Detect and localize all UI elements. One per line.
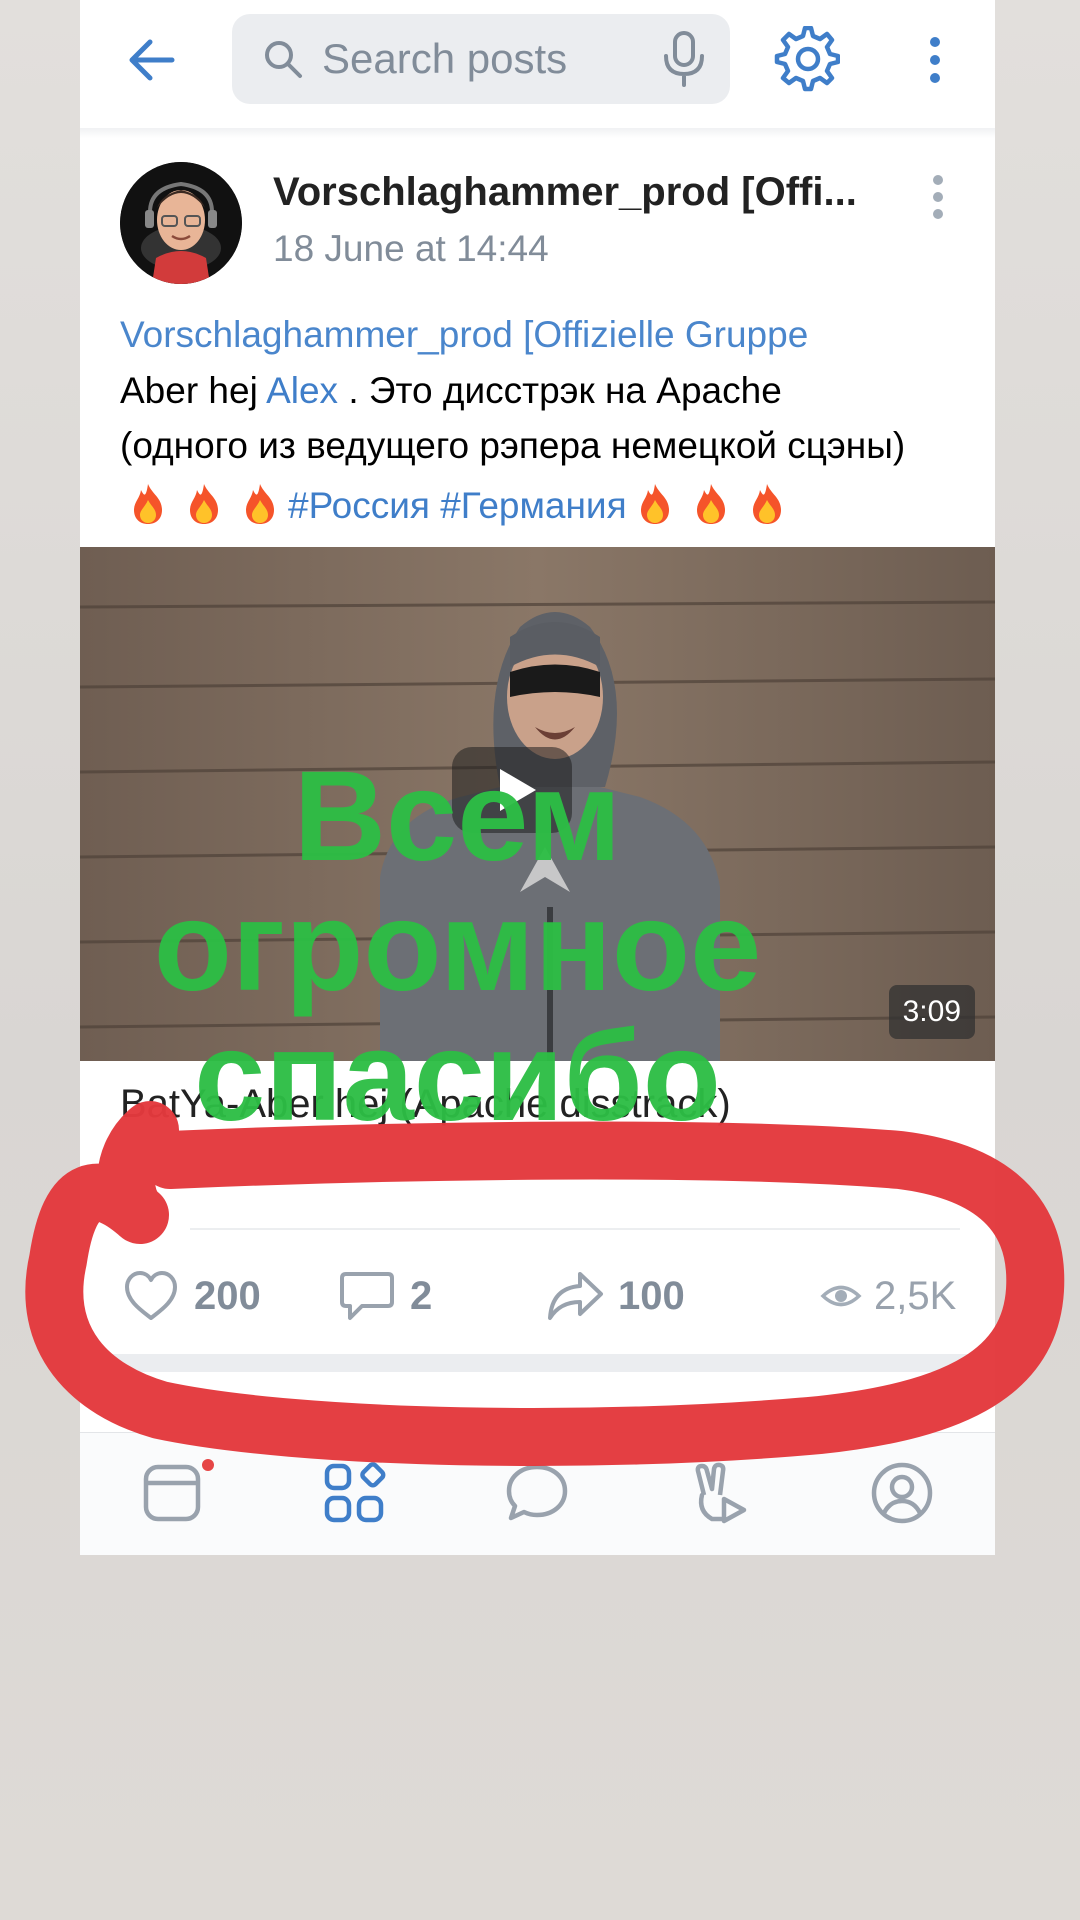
fire-icon	[640, 484, 669, 524]
notification-dot	[202, 1459, 214, 1471]
search-icon	[265, 41, 302, 78]
divider	[190, 1228, 960, 1230]
share-arrow-icon	[548, 1272, 603, 1320]
like-button[interactable]: 200	[122, 1268, 261, 1324]
gear-icon[interactable]	[774, 26, 840, 92]
clips-icon[interactable]	[688, 1461, 752, 1525]
messages-icon[interactable]	[505, 1461, 569, 1525]
arrow-left-icon[interactable]	[122, 30, 182, 90]
user-mention[interactable]: Alex	[266, 370, 338, 411]
comment-count: 2	[410, 1273, 433, 1318]
post-date: 18 June at 14:44	[273, 228, 549, 269]
post-text-line: Aber hej Alex . Это дисстрэк на Apache	[120, 370, 782, 412]
share-button[interactable]: 100	[546, 1268, 685, 1324]
post-text-segment: Aber hej	[120, 370, 267, 411]
profile-icon[interactable]	[870, 1461, 934, 1525]
screen: Search posts Vorschlaghammer_prod [Offi.…	[0, 0, 1080, 1920]
fire-icon	[134, 484, 162, 524]
like-count: 200	[194, 1273, 261, 1318]
post-text-segment: . Это дисстрэк на Apache	[338, 370, 782, 411]
eye-icon	[820, 1285, 862, 1307]
services-icon[interactable]	[322, 1461, 386, 1525]
news-icon[interactable]	[140, 1461, 204, 1525]
search-field[interactable]: Search posts	[232, 14, 730, 104]
post-text-line: #Россия #Германия	[120, 482, 795, 527]
hashtags[interactable]: #Россия #Германия	[288, 485, 627, 526]
post-separator	[80, 1354, 995, 1372]
header-divider	[80, 128, 995, 138]
search-placeholder: Search posts	[322, 35, 568, 82]
comment-icon	[340, 1272, 394, 1320]
fire-icon	[752, 484, 781, 524]
comment-button[interactable]: 2	[338, 1268, 432, 1324]
views-count: 2,5K	[874, 1273, 957, 1318]
overlay-caption: Всем огромное спасибо	[153, 745, 762, 1148]
bottom-navigation	[80, 1432, 995, 1555]
more-vertical-icon[interactable]	[920, 30, 950, 90]
fire-icon	[696, 484, 725, 524]
views-counter: 2,5K	[820, 1268, 956, 1324]
heart-icon	[125, 1271, 177, 1320]
post-actions: 200 2 100 2,5K	[80, 1240, 995, 1340]
more-vertical-icon[interactable]	[928, 172, 948, 222]
microphone-icon[interactable]	[660, 30, 708, 88]
fire-icon	[246, 484, 274, 524]
post-author[interactable]: Vorschlaghammer_prod [Offi...	[273, 170, 873, 215]
post-text-line: (одного из ведущего рэпера немецкой сцэн…	[120, 425, 906, 466]
avatar[interactable]	[120, 162, 242, 284]
top-bar: Search posts	[80, 0, 995, 129]
group-link[interactable]: Vorschlaghammer_prod [Offizielle Gruppe	[120, 314, 808, 356]
share-count: 100	[618, 1273, 685, 1318]
fire-icon	[190, 484, 218, 524]
